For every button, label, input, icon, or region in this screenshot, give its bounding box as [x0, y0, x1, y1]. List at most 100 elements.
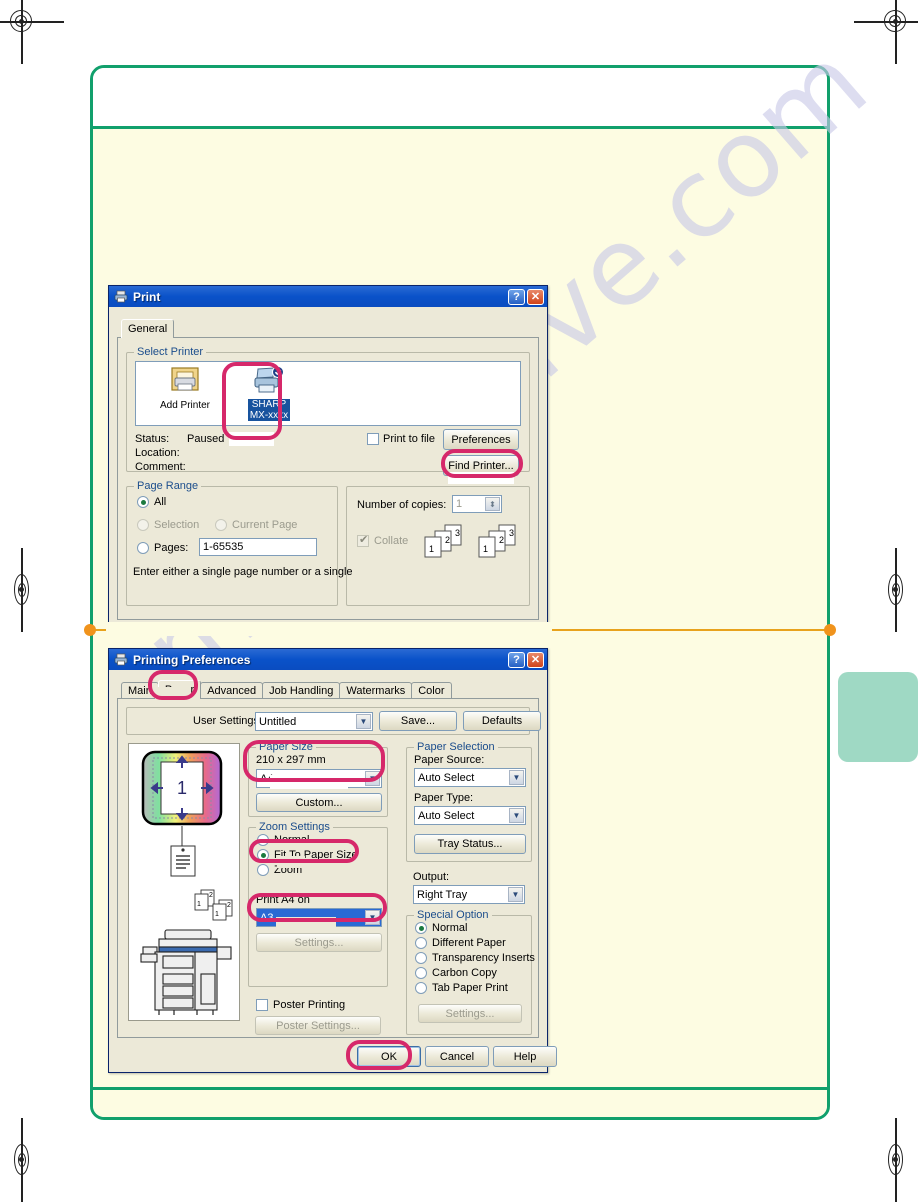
print-on-value: A3 — [260, 911, 274, 924]
poster-settings-button[interactable]: Poster Settings... — [255, 1016, 381, 1035]
radio-all[interactable] — [137, 496, 149, 508]
radio-pages[interactable] — [137, 542, 149, 554]
special-option-settings-button[interactable]: Settings... — [418, 1004, 522, 1023]
defaults-button[interactable]: Defaults — [463, 711, 541, 731]
tray-status-button[interactable]: Tray Status... — [414, 834, 526, 854]
prefs-dialog-titlebar[interactable]: Printing Preferences ? ✕ — [109, 649, 547, 670]
collate-checkbox[interactable] — [357, 533, 369, 547]
pages-input[interactable]: 1-65535 — [199, 538, 317, 556]
output-combo[interactable]: Right Tray ▼ — [413, 885, 525, 904]
copies-input[interactable]: 1 ⬍ — [452, 495, 502, 513]
help-button[interactable]: ? — [508, 651, 525, 668]
tab-general-label: General — [128, 323, 168, 335]
printer-name-line1: SHARP — [251, 399, 287, 410]
page-header-band — [93, 68, 827, 129]
printer-item-sharp[interactable]: SHARP MX-xxxx — [238, 366, 300, 421]
help-button-footer-label: Help — [513, 1050, 537, 1063]
user-settings-value: Untitled — [259, 715, 297, 728]
chevron-down-icon[interactable]: ▼ — [356, 714, 371, 729]
preferences-button-label: Preferences — [451, 433, 511, 446]
radio-carbon-copy[interactable] — [415, 967, 427, 979]
printer-list[interactable]: Add Printer SHARP MX-xxxx — [135, 361, 521, 426]
paper-size-custom-label: Custom... — [295, 796, 343, 809]
radio-carbon-copy-label: Carbon Copy — [432, 967, 497, 979]
cancel-button-label: Cancel — [439, 1050, 475, 1063]
cancel-button[interactable]: Cancel — [425, 1046, 489, 1067]
poster-settings-button-label: Poster Settings... — [276, 1019, 360, 1032]
tab-general[interactable]: General — [121, 319, 175, 338]
print-to-file-checkbox[interactable] — [367, 433, 379, 445]
highlight-sharp-mask — [229, 432, 274, 446]
paper-source-combo[interactable]: Auto Select ▼ — [414, 768, 526, 787]
zoom-settings-group: Zoom Settings Normal Fit To Paper Size Z… — [248, 821, 388, 987]
chevron-down-icon[interactable]: ▼ — [508, 887, 523, 902]
save-button[interactable]: Save... — [379, 711, 457, 731]
preview-illustration: 1 21 21 — [140, 750, 233, 1015]
radio-zoom-normal-label: Normal — [274, 834, 310, 846]
radio-tab-paper-print[interactable] — [415, 982, 427, 994]
svg-text:3: 3 — [455, 528, 460, 538]
radio-zoom-normal[interactable] — [257, 834, 269, 846]
printer-icon — [114, 290, 128, 303]
tab-main-label: Main — [128, 685, 152, 697]
paper-source-label: Paper Source: — [414, 754, 485, 766]
highlight-print-on-mask — [276, 917, 336, 931]
registration-mark-middle-left — [2, 548, 42, 632]
defaults-button-label: Defaults — [481, 715, 523, 727]
help-button-footer[interactable]: Help — [493, 1046, 557, 1067]
copies-spinner-icon[interactable]: ⬍ — [485, 497, 500, 511]
tab-advanced[interactable]: Advanced — [200, 682, 264, 699]
radio-zoom[interactable] — [257, 864, 269, 876]
radio-pages-label: Pages: — [154, 542, 189, 554]
tab-color-label: Color — [418, 685, 445, 697]
highlight-ok-mask — [320, 1046, 348, 1064]
preferences-button[interactable]: Preferences — [443, 429, 519, 450]
chevron-down-icon[interactable]: ▼ — [365, 910, 380, 925]
printing-preferences-dialog[interactable]: Printing Preferences ? ✕ Main Paper Adva… — [108, 648, 557, 1073]
radio-special-normal[interactable] — [415, 922, 427, 934]
registration-mark-bottom-left — [2, 1118, 42, 1202]
radio-different-paper[interactable] — [415, 937, 427, 949]
chevron-down-icon[interactable]: ▼ — [365, 771, 380, 786]
svg-text:2: 2 — [227, 902, 231, 909]
zoom-settings-legend: Zoom Settings — [256, 821, 333, 833]
user-settings-label: User Settings: — [193, 715, 263, 727]
chevron-down-icon[interactable]: ▼ — [509, 808, 524, 823]
chevron-down-icon[interactable]: ▼ — [509, 770, 524, 785]
svg-text:3: 3 — [509, 528, 514, 538]
user-settings-combo[interactable]: Untitled ▼ — [255, 712, 373, 731]
radio-fit-to-paper-size[interactable] — [257, 849, 269, 861]
print-preview-pane: 1 2 1 2 1 — [128, 743, 240, 1021]
close-icon[interactable]: ✕ — [527, 288, 544, 305]
print-to-file-label: Print to file — [383, 433, 435, 445]
poster-printing-checkbox[interactable] — [256, 999, 268, 1011]
print-dialog[interactable]: Print ? ✕ General Select Printer Add Pri… — [108, 285, 548, 625]
radio-selection[interactable] — [137, 519, 149, 531]
svg-text:1: 1 — [429, 544, 434, 554]
paper-size-custom-button[interactable]: Custom... — [256, 793, 382, 812]
side-thumb-tab — [838, 672, 918, 762]
copies-input-value: 1 — [456, 498, 463, 510]
printer-name-line2: MX-xxxx — [249, 410, 289, 421]
svg-text:2: 2 — [445, 535, 450, 545]
tab-watermarks[interactable]: Watermarks — [339, 682, 413, 699]
printer-item-add-printer[interactable]: Add Printer — [154, 366, 216, 411]
radio-current-page-label: Current Page — [232, 519, 298, 531]
print-dialog-body: General Select Printer Add Printer SHARP… — [109, 307, 547, 624]
radio-transparency-inserts[interactable] — [415, 952, 427, 964]
registration-mark-top-left — [0, 0, 64, 64]
close-icon[interactable]: ✕ — [527, 651, 544, 668]
print-dialog-titlebar[interactable]: Print ? ✕ — [109, 286, 547, 307]
radio-current-page[interactable] — [215, 519, 227, 531]
zoom-settings-button[interactable]: Settings... — [256, 933, 382, 952]
paper-type-label: Paper Type: — [414, 792, 474, 804]
paper-type-combo[interactable]: Auto Select ▼ — [414, 806, 526, 825]
tab-main[interactable]: Main — [121, 682, 159, 699]
paper-size-dimensions: 210 x 297 mm — [256, 754, 326, 766]
ok-button[interactable]: OK — [357, 1046, 421, 1067]
help-button[interactable]: ? — [508, 288, 525, 305]
tab-color[interactable]: Color — [411, 682, 452, 699]
tab-job-handling[interactable]: Job Handling — [262, 682, 341, 699]
print-tabstrip[interactable]: General — [121, 319, 175, 338]
special-option-legend: Special Option — [414, 909, 492, 921]
